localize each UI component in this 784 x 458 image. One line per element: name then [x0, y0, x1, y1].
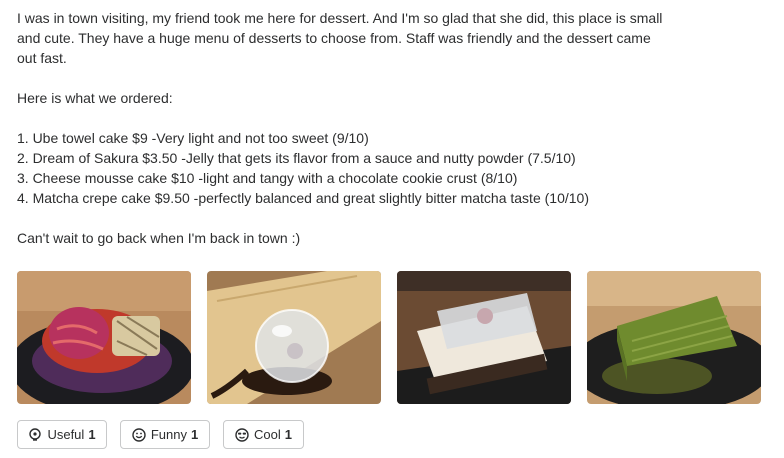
review-text: I was in town visiting, my friend took m…	[17, 8, 777, 248]
cool-label: Cool	[254, 427, 281, 442]
funny-count: 1	[190, 427, 199, 442]
useful-count: 1	[88, 427, 96, 442]
review-closing: Can't wait to go back when I'm back in t…	[17, 230, 301, 246]
funny-label: Funny	[150, 427, 187, 442]
review-paragraph: Here is what we ordered:	[17, 90, 173, 106]
matcha-crepe-cake-photo[interactable]	[587, 271, 761, 404]
order-item: 4. Matcha crepe cake $9.50 -perfectly ba…	[17, 190, 589, 206]
sunglasses-face-icon	[235, 427, 249, 442]
cool-button[interactable]: Cool 1	[223, 420, 304, 449]
photo-gallery	[17, 271, 777, 404]
review-paragraph: I was in town visiting, my friend took m…	[17, 10, 663, 66]
order-item: 1. Ube towel cake $9 -Very light and not…	[17, 130, 369, 146]
cheese-mousse-cake-photo[interactable]	[397, 271, 571, 404]
cool-count: 1	[284, 427, 292, 442]
dream-of-sakura-photo[interactable]	[207, 271, 381, 404]
funny-button[interactable]: Funny 1	[120, 420, 210, 449]
ube-towel-cake-photo[interactable]	[17, 271, 191, 404]
order-item: 2. Dream of Sakura $3.50 -Jelly that get…	[17, 150, 576, 166]
useful-button[interactable]: Useful 1	[17, 420, 107, 449]
smile-icon	[132, 427, 146, 442]
lightbulb-icon	[29, 427, 42, 441]
useful-label: Useful	[47, 427, 85, 442]
order-item: 3. Cheese mousse cake $10 -light and tan…	[17, 170, 518, 186]
